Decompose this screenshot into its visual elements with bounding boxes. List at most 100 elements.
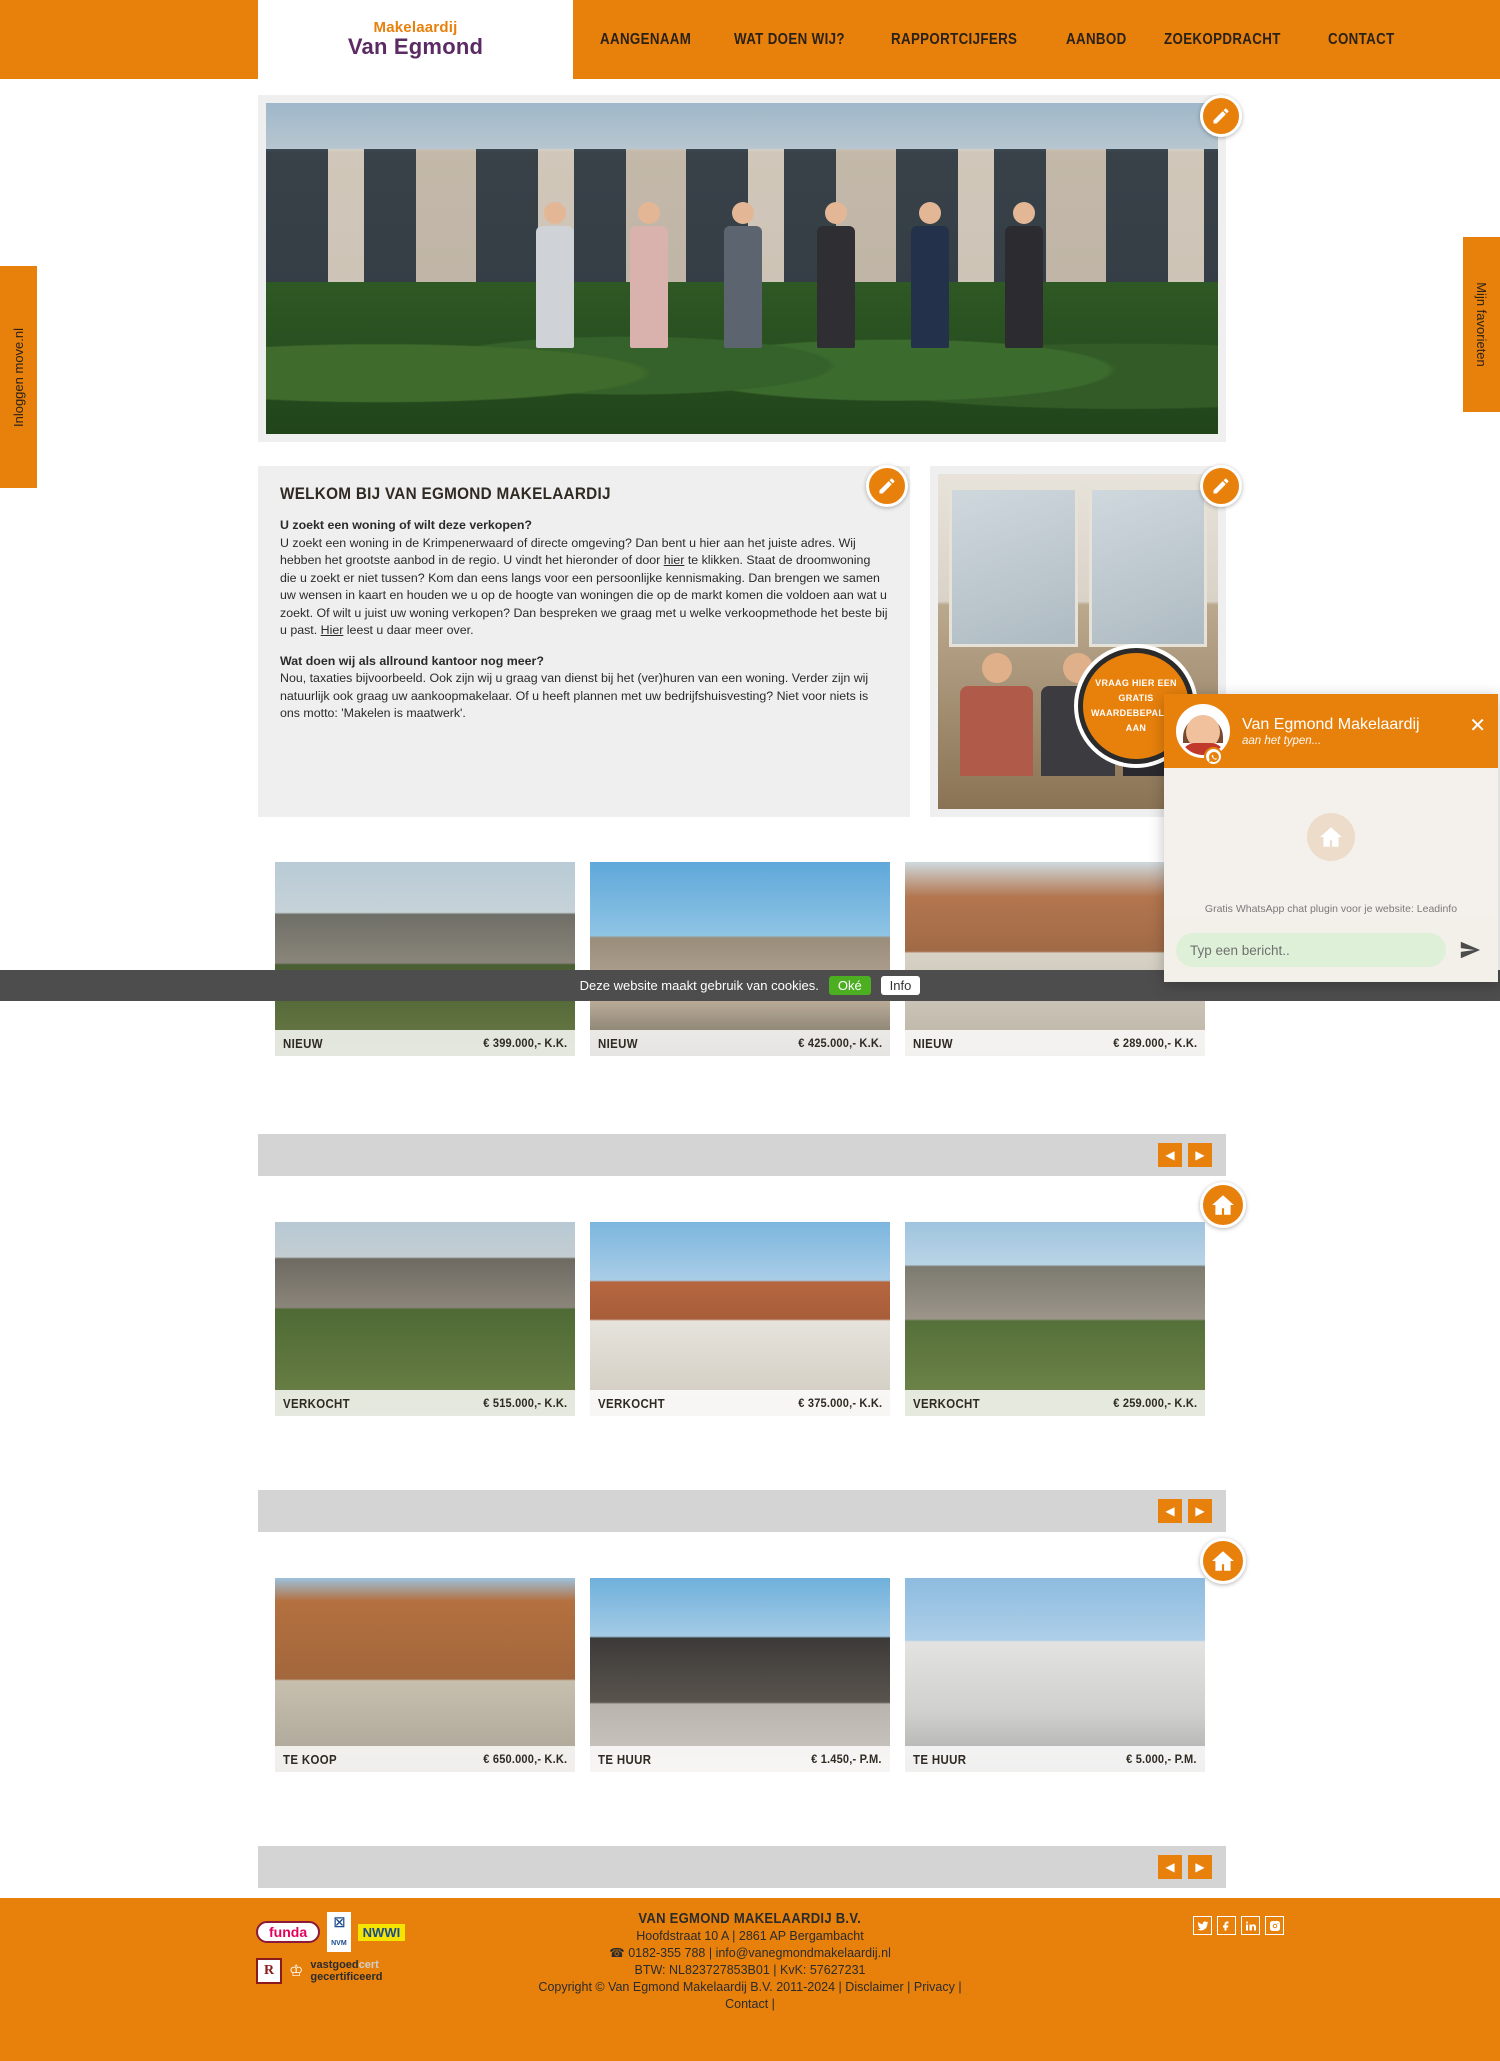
carousel-prev-button[interactable]: ◀ <box>1158 1855 1182 1879</box>
hero-banner <box>258 95 1226 442</box>
welcome-p1c: leest u daar meer over. <box>343 623 474 637</box>
chat-send-icon[interactable] <box>1454 934 1486 966</box>
footer-contact-link-line: Contact | <box>0 1996 1500 2013</box>
hero-team-group <box>514 202 1066 348</box>
page-root: Makelaardij Van Egmond AANGENAAM WAT DOE… <box>0 0 1500 2061</box>
edit-hero-icon[interactable] <box>1200 95 1242 137</box>
team-member <box>982 202 1066 348</box>
nav-item-aanbod[interactable]: AANBOD <box>1066 31 1127 49</box>
listing-price: € 259.000,- K.K. <box>1113 1396 1197 1410</box>
carousel-next-button[interactable]: ▶ <box>1188 1143 1212 1167</box>
whatsapp-icon <box>1204 747 1223 766</box>
edit-welcome-icon[interactable] <box>866 465 908 507</box>
listing-price: € 375.000,- K.K. <box>798 1396 882 1410</box>
listing-card[interactable]: NIEUW € 289.000,- K.K. <box>905 862 1205 1056</box>
listing-price: € 5.000,- P.M. <box>1126 1752 1197 1766</box>
instagram-icon[interactable] <box>1265 1916 1284 1935</box>
favorites-tab[interactable]: Mijn favorieten <box>1463 237 1500 412</box>
site-logo[interactable]: Makelaardij Van Egmond <box>258 0 573 79</box>
chat-message-input[interactable]: Typ een bericht.. <box>1176 933 1446 967</box>
login-move-tab[interactable]: Inloggen move.nl <box>0 266 37 488</box>
listings-row-sold: VERKOCHT € 515.000,- K.K. VERKOCHT € 375… <box>258 1222 1226 1416</box>
listing-photo <box>905 1222 1205 1416</box>
listing-card[interactable]: TE HUUR € 5.000,- P.M. <box>905 1578 1205 1772</box>
valuation-line-2: GRATIS <box>1118 693 1154 703</box>
carousel-strip-commercial: ◀ ▶ <box>258 1846 1226 1888</box>
nav-item-zoekopdracht[interactable]: ZOEKOPDRACHT <box>1164 31 1281 49</box>
footer-disclaimer-link[interactable]: Disclaimer <box>845 1980 903 1994</box>
carousel-strip-sold: ◀ ▶ <box>258 1490 1226 1532</box>
whatsapp-chat-widget: Van Egmond Makelaardij aan het typen... … <box>1164 694 1498 982</box>
linkedin-icon[interactable] <box>1241 1916 1260 1935</box>
footer-social-links <box>1193 1916 1284 1935</box>
listing-photo <box>275 862 575 1056</box>
listing-photo <box>905 862 1205 1056</box>
nav-item-aangenaam[interactable]: AANGENAAM <box>600 31 691 49</box>
phone-icon: ☎ <box>609 1946 625 1960</box>
cookie-accept-button[interactable]: Oké <box>828 976 871 995</box>
chat-message-area: Gratis WhatsApp chat plugin voor je webs… <box>1164 768 1498 918</box>
facebook-icon[interactable] <box>1217 1916 1236 1935</box>
carousel-prev-button[interactable]: ◀ <box>1158 1499 1182 1523</box>
listing-info-bar: NIEUW € 399.000,- K.K. <box>275 1030 575 1056</box>
favorites-tab-label: Mijn favorieten <box>1474 282 1490 367</box>
cookie-text: Deze website maakt gebruik van cookies. <box>579 978 819 993</box>
link-hier-2[interactable]: Hier <box>321 623 344 637</box>
valuation-line-1: VRAAG HIER EEN <box>1095 678 1177 688</box>
listing-card[interactable]: TE HUUR € 1.450,- P.M. <box>590 1578 890 1772</box>
team-member <box>514 202 598 348</box>
site-header: Makelaardij Van Egmond AANGENAAM WAT DOE… <box>0 0 1500 79</box>
main-navigation: AANGENAAM WAT DOEN WIJ? RAPPORTCIJFERS A… <box>600 0 1405 79</box>
listing-price: € 289.000,- K.K. <box>1113 1036 1197 1050</box>
listing-card[interactable]: VERKOCHT € 259.000,- K.K. <box>905 1222 1205 1416</box>
listing-price: € 1.450,- P.M. <box>811 1752 882 1766</box>
listing-photo <box>590 1578 890 1772</box>
listing-status: TE HUUR <box>598 1751 652 1767</box>
welcome-title: WELKOM BIJ VAN EGMOND MAKELAARDIJ <box>280 484 611 503</box>
chat-watermark-house-icon <box>1307 813 1355 861</box>
link-hier-1[interactable]: hier <box>664 553 685 567</box>
listing-status: VERKOCHT <box>283 1395 351 1411</box>
footer-btw-kvk: BTW: NL823727853B01 | KvK: 57627231 <box>634 1963 866 1977</box>
nav-item-rapportcijfers[interactable]: RAPPORTCIJFERS <box>891 31 1017 49</box>
welcome-paragraph-2: Nou, taxaties bijvoorbeeld. Ook zijn wij… <box>280 671 869 720</box>
listing-price: € 515.000,- K.K. <box>483 1396 567 1410</box>
footer-email[interactable]: info@vanegmondmakelaardij.nl <box>716 1946 891 1960</box>
carousel-prev-button[interactable]: ◀ <box>1158 1143 1182 1167</box>
listing-card[interactable]: NIEUW € 399.000,- K.K. <box>275 862 575 1056</box>
listing-card[interactable]: TE KOOP € 650.000,- K.K. <box>275 1578 575 1772</box>
listings-row-new: NIEUW € 399.000,- K.K. NIEUW € 425.000,-… <box>258 862 1226 1056</box>
footer-contact-link[interactable]: Contact | <box>725 1997 775 2011</box>
listing-info-bar: NIEUW € 289.000,- K.K. <box>905 1030 1205 1056</box>
listings-row-commercial: TE KOOP € 650.000,- K.K. TE HUUR € 1.450… <box>258 1578 1226 1772</box>
footer-phone[interactable]: 0182-355 788 <box>628 1946 705 1960</box>
listing-card[interactable]: VERKOCHT € 515.000,- K.K. <box>275 1222 575 1416</box>
team-member <box>607 202 691 348</box>
listing-card[interactable]: NIEUW € 425.000,- K.K. <box>590 862 890 1056</box>
logo-bottom-text: Van Egmond <box>347 34 484 60</box>
chat-close-icon[interactable]: ✕ <box>1469 716 1486 736</box>
listing-status: NIEUW <box>913 1035 953 1051</box>
login-move-tab-label: Inloggen move.nl <box>11 327 27 427</box>
listing-status: TE KOOP <box>283 1751 337 1767</box>
listing-info-bar: TE HUUR € 1.450,- P.M. <box>590 1746 890 1772</box>
edit-office-photo-icon[interactable] <box>1200 465 1242 507</box>
team-member <box>701 202 785 348</box>
footer-privacy-link[interactable]: Privacy <box>914 1980 955 1994</box>
listing-price: € 425.000,- K.K. <box>798 1036 882 1050</box>
listing-status: VERKOCHT <box>913 1395 981 1411</box>
nav-item-contact[interactable]: CONTACT <box>1328 31 1395 49</box>
footer-sep3: | <box>958 1980 962 1994</box>
listing-card[interactable]: VERKOCHT € 375.000,- K.K. <box>590 1222 890 1416</box>
carousel-strip-new: ◀ ▶ <box>258 1134 1226 1176</box>
listing-info-bar: VERKOCHT € 515.000,- K.K. <box>275 1390 575 1416</box>
cookie-info-button[interactable]: Info <box>880 976 921 995</box>
carousel-next-button[interactable]: ▶ <box>1188 1499 1212 1523</box>
listing-info-bar: NIEUW € 425.000,- K.K. <box>590 1030 890 1056</box>
listing-price: € 399.000,- K.K. <box>483 1036 567 1050</box>
listing-status: NIEUW <box>598 1035 638 1051</box>
carousel-next-button[interactable]: ▶ <box>1188 1855 1212 1879</box>
nav-item-wat-doen-wij[interactable]: WAT DOEN WIJ? <box>734 31 845 49</box>
twitter-icon[interactable] <box>1193 1916 1212 1935</box>
logo-top-text: Makelaardij <box>373 18 458 36</box>
